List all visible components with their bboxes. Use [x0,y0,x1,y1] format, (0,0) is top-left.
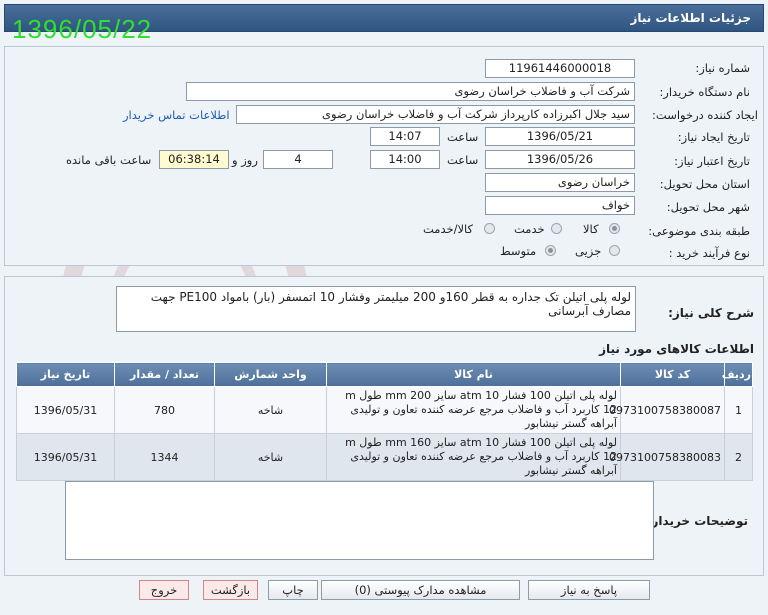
remaining-days-field: 4 [263,150,333,169]
deadline-date-field: 1396/05/26 [485,150,635,169]
col-header-row-number: ردیف [722,362,753,387]
cell-unit: شاخه [214,386,327,434]
cell-name: لوله پلی اتیلن 100 فشار atm 10 سایز mm 2… [326,386,621,434]
purchase-option-medium: متوسط [500,244,537,258]
items-table: ردیف کد کالا نام کالا واحد شمارش تعداد /… [16,362,753,481]
date-stamp: 1396/05/22 [12,14,153,44]
category-label: طبقه بندی موضوعی: [648,224,750,238]
requester-label: ایجاد کننده درخواست: [652,108,758,122]
attachments-button[interactable]: مشاهده مدارک پیوستی (0) [321,580,520,600]
col-header-code: کد کالا [620,362,725,387]
category-radio-service[interactable] [551,223,562,234]
cell-row-number: 1 [724,386,753,434]
summary-label: شرح کلی نیاز: [668,306,754,320]
remaining-time-field: 06:38:14 [159,150,229,169]
city-label: شهر محل تحویل: [666,200,750,214]
buyer-contact-link[interactable]: اطلاعات تماس خریدار [123,108,230,122]
category-option-goods-service: کالا/خدمت [423,222,474,236]
created-time-label: ساعت [447,130,479,144]
created-time-field: 14:07 [370,127,440,146]
category-radio-goods-service[interactable] [484,223,495,234]
remaining-time-label: ساعت باقی مانده [66,153,152,167]
page-title: جزئیات اطلاعات نیاز [630,11,751,25]
cell-quantity: 780 [114,386,215,434]
created-date-label: تاریخ ایجاد نیاز: [677,130,750,144]
print-button[interactable]: چاپ [268,580,318,600]
cell-date: 1396/05/31 [16,386,115,434]
summary-field: لوله پلی اتیلن تک جداره به قطر 160و 200 … [116,286,636,332]
cell-code: 0973100758380083 [609,433,725,481]
back-button[interactable]: بازگشت [203,580,258,600]
purchase-radio-medium[interactable] [545,245,556,256]
category-radio-goods[interactable] [609,223,620,234]
cell-row-number: 2 [724,433,753,481]
buyer-notes-field [65,481,654,560]
purchase-type-label: نوع فرآیند خرید : [668,246,750,260]
requester-field: سید جلال اکبرزاده کارپرداز شرکت آب و فاض… [236,105,635,124]
col-header-quantity: تعداد / مقدار [114,362,215,387]
table-row: 1 0973100758380087 لوله پلی اتیلن 100 فش… [16,386,753,434]
col-header-name: نام کالا [326,362,621,387]
items-section-title: اطلاعات کالاهای مورد نیاز [599,342,754,356]
table-row: 2 0973100758380083 لوله پلی اتیلن 100 فش… [16,433,753,481]
col-header-unit: واحد شمارش [214,362,327,387]
exit-button[interactable]: خروج [139,580,189,600]
cell-date: 1396/05/31 [16,433,115,481]
reply-button[interactable]: پاسخ به نیاز [528,580,650,600]
table-header-row: ردیف کد کالا نام کالا واحد شمارش تعداد /… [16,362,753,387]
category-option-goods: کالا [583,222,599,236]
province-field: خراسان رضوی [485,173,635,192]
category-option-service: خدمت [514,222,545,236]
province-label: استان محل تحویل: [659,177,750,191]
col-header-date: تاریخ نیاز [16,362,115,387]
purchase-option-minor: جزیی [575,244,602,258]
created-date-field: 1396/05/21 [485,127,635,146]
deadline-time-field: 14:00 [370,150,440,169]
buyer-org-field: شرکت آب و فاضلاب خراسان رضوی [186,82,635,101]
need-number-label: شماره نیاز: [695,61,750,75]
buyer-org-label: نام دستگاه خریدار: [659,85,750,99]
cell-name: لوله پلی اتیلن 100 فشار atm 10 سایز mm 1… [326,433,621,481]
cell-unit: شاخه [214,433,327,481]
buyer-notes-label: توضیحات خریدار: [646,514,748,528]
city-field: خواف [485,196,635,215]
need-number-field: 11961446000018 [485,59,635,78]
days-label: روز و [232,153,258,167]
deadline-date-label: تاریخ اعتبار نیاز: [674,154,750,168]
deadline-time-label: ساعت [447,153,479,167]
cell-quantity: 1344 [114,433,215,481]
purchase-radio-minor[interactable] [609,245,620,256]
cell-code: 0973100758380087 [609,386,725,434]
